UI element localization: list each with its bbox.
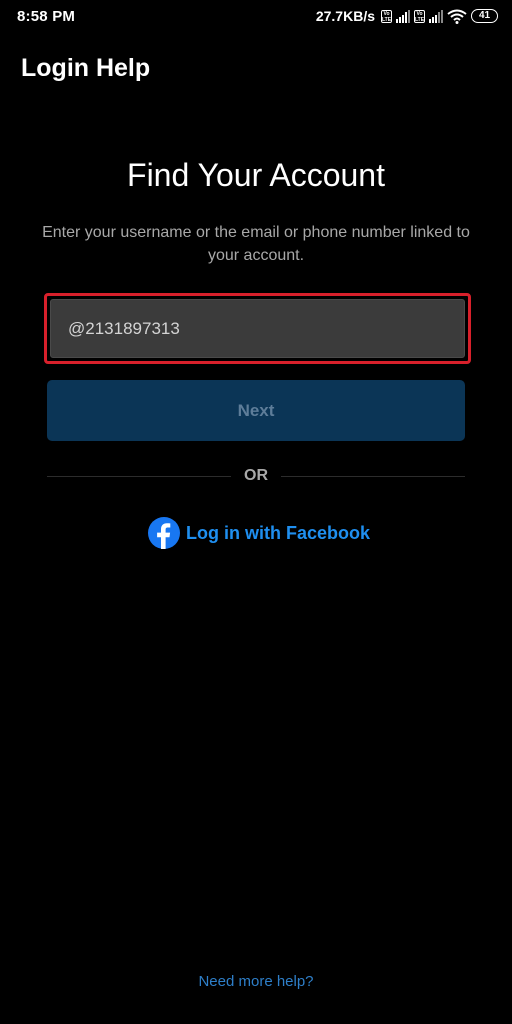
need-more-help-link[interactable]: Need more help?: [0, 973, 512, 990]
page-title: Login Help: [21, 54, 151, 82]
or-separator: OR: [244, 467, 268, 484]
battery-icon: 41: [471, 9, 498, 23]
status-icons: 27.7KB/s Vo LTE Vo LTE 41: [316, 6, 498, 26]
facebook-icon: [148, 517, 180, 549]
status-bar: 8:58 PM 27.7KB/s Vo LTE Vo LTE 41: [0, 0, 512, 34]
next-button[interactable]: Next: [47, 380, 465, 441]
username-input-highlight: [44, 293, 471, 364]
divider-left: [47, 476, 231, 477]
volte-icon: Vo LTE: [381, 9, 392, 23]
status-time: 8:58 PM: [17, 8, 76, 25]
facebook-login-label: Log in with Facebook: [186, 522, 370, 543]
volte-icon: Vo LTE: [414, 9, 425, 23]
signal-icon: [429, 9, 443, 23]
find-account-heading: Find Your Account: [127, 157, 385, 193]
instructions-text: Enter your username or the email or phon…: [42, 224, 470, 264]
divider-right: [281, 476, 465, 477]
network-speed: 27.7KB/s: [315, 8, 375, 24]
facebook-login-button[interactable]: Log in with Facebook: [148, 516, 370, 550]
wifi-icon: [447, 9, 467, 24]
username-input[interactable]: [50, 299, 465, 358]
signal-icon: [396, 9, 410, 23]
